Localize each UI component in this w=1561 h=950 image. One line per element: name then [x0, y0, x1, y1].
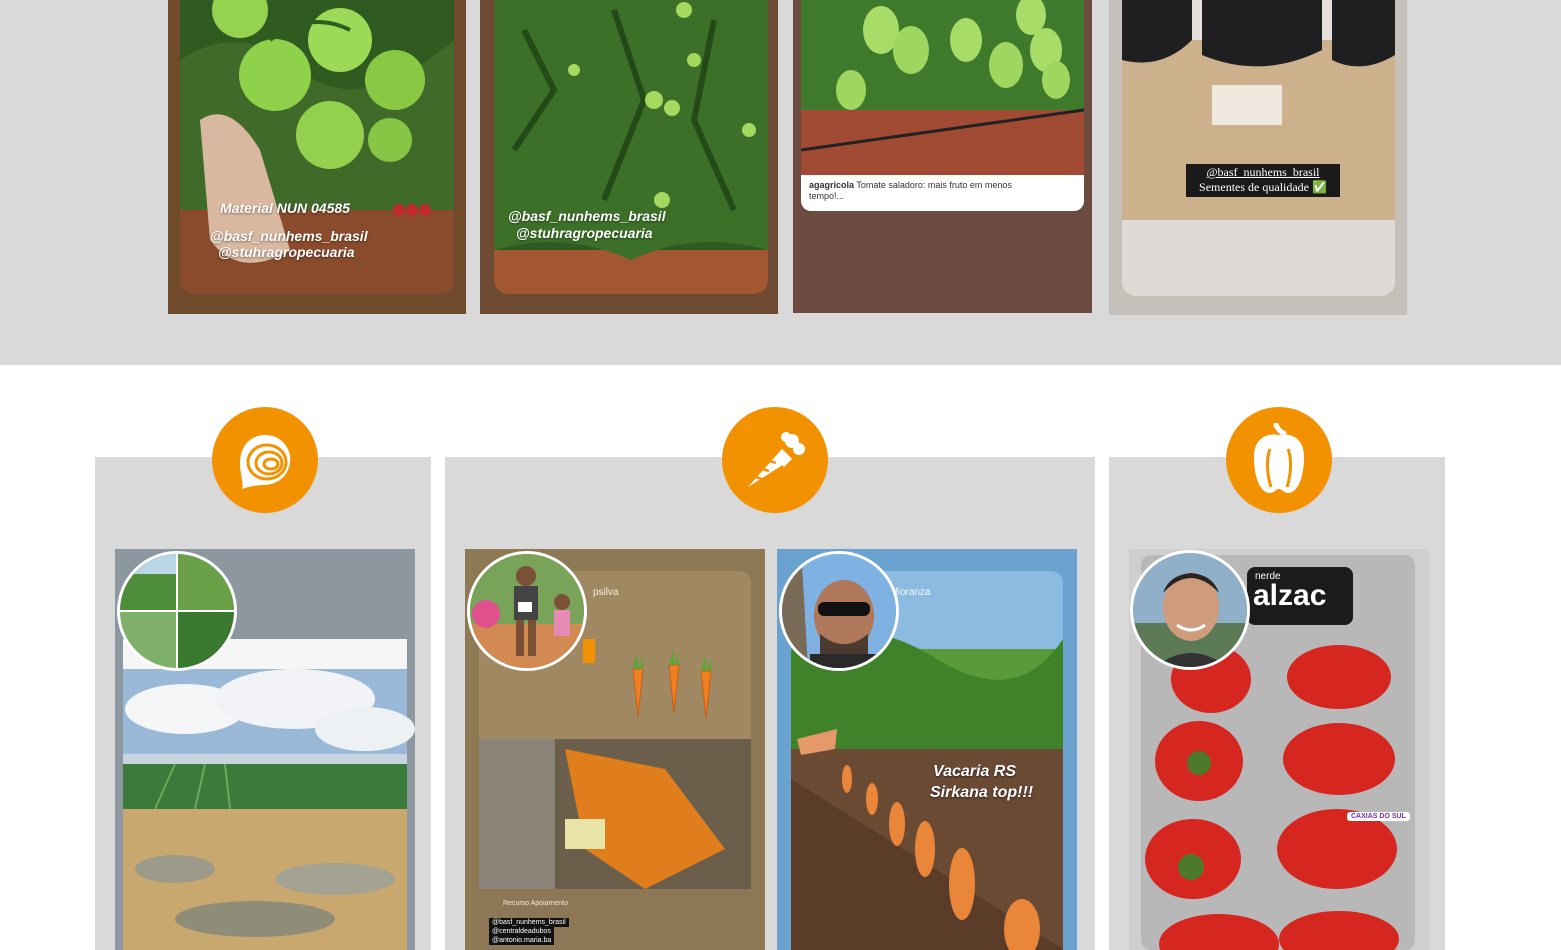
carrot-post-1-footer-line4: @antonio.maria.ba: [489, 936, 555, 945]
story-card-2[interactable]: @basf_nunhems_brasil @stuhragropecuaria: [480, 0, 778, 314]
story-caption-1a: Material NUN 04585: [220, 200, 350, 216]
carrot-post-1-username: psilva: [593, 587, 619, 598]
story-image-2: [494, 0, 768, 294]
onion-icon: [240, 435, 291, 489]
pepper-icon: [1254, 423, 1304, 493]
carrot-post-1-avatar[interactable]: [467, 551, 587, 671]
story-image-4: [1122, 0, 1395, 296]
story-4-tag-line2: Sementes de qualidade ✅: [1199, 180, 1327, 194]
story-card-3[interactable]: agagricola Tomate saladoro: mais fruto e…: [793, 0, 1092, 313]
pepper-category-badge[interactable]: [1226, 407, 1332, 513]
story-caption-1b: @basf_nunhems_brasil: [210, 228, 368, 244]
carrot-icon: [748, 432, 805, 487]
story-4-tag: @basf_nunhems_brasil Sementes de qualida…: [1186, 164, 1340, 197]
carrot-category-badge[interactable]: [722, 407, 828, 513]
story-image-3: agagricola Tomate saladoro: mais fruto e…: [801, 0, 1084, 211]
carrot-post-1-footer-line3: @centraldeadubos: [489, 927, 554, 936]
onion-category-badge[interactable]: [212, 407, 318, 513]
story-4-tag-line1: @basf_nunhems_brasil: [1206, 165, 1320, 179]
carrot-post-2-avatar[interactable]: [779, 551, 899, 671]
pepper-post-title: alzac: [1253, 579, 1327, 612]
pepper-post-avatar[interactable]: [1130, 550, 1250, 670]
pepper-post-location: CAXIAS DO SUL: [1347, 812, 1410, 821]
carrot-post-2-username: fioranza: [895, 587, 931, 598]
carrot-post-2-overlay-line2: Sirkana top!!!: [930, 784, 1034, 801]
carrot-post-1-footer-line2: @basf_nunhems_brasil: [489, 918, 569, 927]
story-3-author: agagricola: [809, 180, 855, 190]
story-caption-1c: @stuhragropecuaria: [218, 244, 355, 260]
carrot-post-1-footer: Recurso Apoiamento @basf_nunhems_brasil …: [489, 899, 569, 945]
story-caption-2a: @basf_nunhems_brasil: [508, 208, 666, 224]
carrot-post-2-overlay-line1: Vacaria RS: [933, 763, 1017, 780]
onion-post-avatar[interactable]: [117, 551, 237, 671]
story-card-4[interactable]: @basf_nunhems_brasil Sementes de qualida…: [1109, 0, 1407, 315]
story-card-1[interactable]: Material NUN 04585 @basf_nunhems_brasil …: [168, 0, 466, 314]
story-3-caption: agagricola Tomate saladoro: mais fruto e…: [809, 180, 1049, 202]
story-caption-2b: @stuhragropecuaria: [516, 225, 653, 241]
carrot-post-1-footer-line1: Recurso Apoiamento: [503, 900, 568, 907]
